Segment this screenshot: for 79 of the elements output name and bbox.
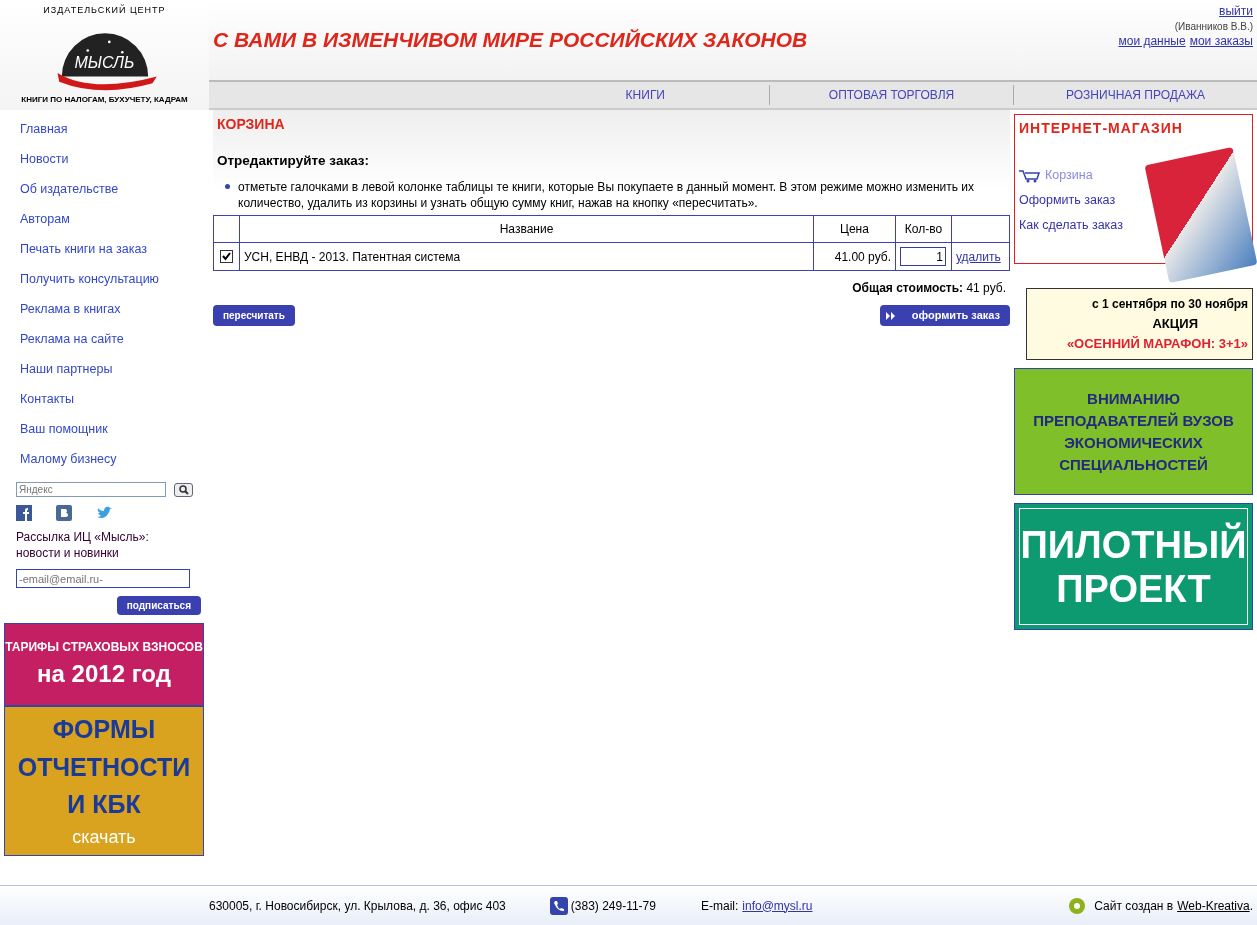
banner-text: скачать	[71, 825, 137, 849]
table-header: Кол-во	[895, 215, 952, 243]
bird-icon[interactable]	[96, 505, 112, 521]
credit-period: .	[1249, 897, 1253, 915]
logo-arc-text: ИЗДАТЕЛЬСКИЙ ЦЕНТР	[43, 4, 166, 16]
promo-title: АКЦИЯ	[1152, 315, 1198, 333]
promo-banner[interactable]: с 1 сентября по 30 ноября АКЦИЯ «ОСЕННИЙ МАРАФОН: 3+1»	[1026, 288, 1253, 360]
subscribe-button[interactable]: подписаться	[116, 596, 201, 615]
banner[interactable]: ТАРИФЫ СТРАХОВЫХ ВЗНОСОВ на 2012 год	[4, 623, 204, 706]
account-link[interactable]: мои данные	[1118, 34, 1186, 48]
banner-text: ПИЛОТНЫЙ	[1019, 522, 1248, 567]
total-cost: Общая стоимость: 41 руб.	[852, 281, 1006, 296]
footer-phone: (383) 249-11-79	[570, 897, 656, 915]
banner-text: ЭКОНОМИЧЕСКИХ	[1063, 432, 1204, 453]
sidebar-item[interactable]: Контакты	[0, 384, 209, 414]
banner-text: И КБК	[66, 789, 142, 821]
email-field[interactable]: -email@email.ru-	[16, 569, 190, 588]
newsletter-subtitle: новости и новинки	[16, 545, 120, 561]
footer-address: 630005, г. Новосибирск, ул. Крылова, д. 36, офис 403	[209, 897, 506, 915]
sidebar-item[interactable]: Реклама в книгах	[0, 294, 209, 324]
banner[interactable]: ВНИМАНИЮ ПРЕПОДАВАТЕЛЕЙ ВУЗОВ ЭКОНОМИЧЕСКИХ СПЕЦИАЛЬНОСТЕЙ	[1014, 368, 1253, 495]
vk-icon[interactable]	[56, 505, 72, 521]
search-button[interactable]	[174, 482, 193, 497]
promo-dates: с 1 сентября по 30 ноября	[1092, 296, 1248, 313]
cart-subtitle: Отредактируйте заказ:	[217, 152, 371, 170]
sidebar-item[interactable]: Малому бизнесу	[0, 444, 209, 474]
facebook-icon[interactable]	[16, 505, 32, 521]
banner-text: ПРЕПОДАВАТЕЛЕЙ ВУЗОВ	[1032, 410, 1235, 431]
banner-text: ОТЧЕТНОСТИ	[16, 751, 192, 783]
nav-tab[interactable]: РОЗНИЧНАЯ ПРОДАЖА	[1014, 86, 1257, 104]
sidebar-item[interactable]: Реклама на сайте	[0, 324, 209, 354]
bullet-icon	[225, 184, 230, 190]
slogan: С ВАМИ В ИЗМЕНЧИВОМ МИРЕ РОССИЙСКИХ ЗАКОНОВ	[213, 27, 808, 54]
cart-title: КОРЗИНА	[217, 115, 286, 134]
email-link[interactable]: info@mysl.ru	[742, 896, 813, 915]
shop-link[interactable]: Как сделать заказ	[1019, 213, 1248, 238]
cart-instructions: отметьте галочками в левой колонке таблицы те книги, которые Вы покупаете в данный момент. В этом режиме можно изменить их количество, удалить из корзины и узнать общую сумму книг, нажав на кнопку «пересчитать».	[238, 179, 976, 212]
phone-icon	[549, 896, 568, 915]
user-name: (Иванников В.В.)	[1174, 21, 1253, 32]
shop-link[interactable]: Оформить заказ	[1019, 188, 1248, 213]
account-link[interactable]: мои заказы	[1189, 34, 1253, 48]
logo-name: МЫСЛЬ	[73, 54, 136, 72]
banner-text: на 2012 год	[36, 658, 172, 689]
banner-text: СПЕЦИАЛЬНОСТЕЙ	[1058, 454, 1209, 475]
sidebar-item[interactable]: Получить консультацию	[0, 264, 209, 294]
quantity-field[interactable]: 1	[900, 247, 946, 267]
banner-text: ПРОЕКТ	[1055, 566, 1212, 611]
credit-link[interactable]: Web-Kreativa	[1177, 896, 1250, 915]
banner-text: ТАРИФЫ СТРАХОВЫХ ВЗНОСОВ	[5, 638, 203, 656]
table-header: Цена	[813, 215, 896, 243]
logout-link[interactable]: выйти	[1219, 4, 1253, 18]
sidebar-item[interactable]: Печать книги на заказ	[0, 234, 209, 264]
nav-tab[interactable]: КНИГИ	[209, 86, 769, 104]
sidebar-item[interactable]: Авторам	[0, 204, 209, 234]
checkout-button[interactable]: оформить заказ	[879, 305, 1010, 326]
sidebar-item[interactable]: Новости	[0, 144, 209, 174]
banner-text: ФОРМЫ	[51, 714, 157, 746]
promo-name: «ОСЕННИЙ МАРАФОН: 3+1»	[1066, 335, 1248, 353]
sidebar-item[interactable]: Главная	[0, 114, 209, 144]
table-cell: 41.00 руб.	[813, 242, 896, 271]
shop-title: ИНТЕРНЕТ-МАГАЗИН	[1019, 119, 1184, 138]
banner-text: ВНИМАНИЮ	[1086, 388, 1181, 409]
table-cell: УСН, ЕНВД - 2013. Патентная система	[239, 242, 814, 271]
cart-icon	[1019, 168, 1041, 183]
email-label: E-mail:	[700, 897, 739, 915]
sidebar-item[interactable]: Наши партнеры	[0, 354, 209, 384]
sidebar-item[interactable]: Об издательстве	[0, 174, 209, 204]
banner[interactable]: ФОРМЫ ОТЧЕТНОСТИ И КБК скачать	[4, 706, 204, 856]
search-field[interactable]: Яндекс	[16, 482, 167, 497]
logo-tagline: КНИГИ ПО НАЛОГАМ, БУХУЧЕТУ, КАДРАМ	[21, 94, 188, 106]
sidebar-item[interactable]: Ваш помощник	[0, 414, 209, 444]
double-arrow-icon	[885, 311, 896, 320]
banner[interactable]: ПИЛОТНЫЙ ПРОЕКТ	[1014, 503, 1253, 630]
table-header: Название	[239, 215, 814, 243]
recalculate-button[interactable]: пересчитать	[213, 305, 295, 326]
nav-tab[interactable]: ОПТОВАЯ ТОРГОВЛЯ	[770, 86, 1013, 104]
credit-text: Сайт создан в	[1094, 897, 1174, 915]
checkbox[interactable]	[220, 250, 233, 264]
newsletter-title: Рассылка ИЦ «Мысль»:	[16, 529, 150, 545]
